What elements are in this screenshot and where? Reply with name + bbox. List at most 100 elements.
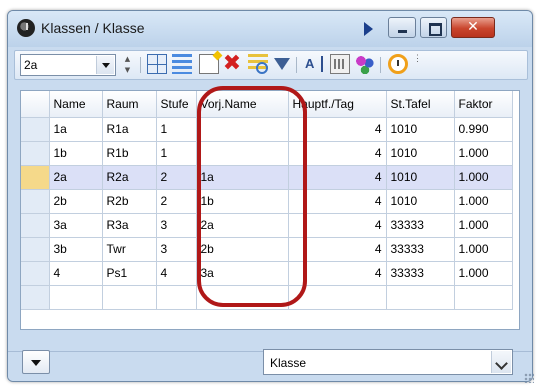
table-row[interactable]: 2b R2b 2 1b 4 1010 1.000 [21,189,513,214]
cell-name[interactable]: 1a [49,117,103,142]
grid-view-icon[interactable] [147,54,167,74]
cell-faktor[interactable]: 1.000 [454,213,513,238]
play-icon[interactable] [364,22,373,36]
cell-faktor[interactable]: 1.000 [454,189,513,214]
cell-raum[interactable]: Twr [102,237,157,262]
cell-name[interactable]: 2b [49,189,103,214]
table-row-current[interactable]: 2a R2a 2 1a 4 1010 1.000 [21,165,513,190]
column-header-vorj-name[interactable]: Vorj.Name [196,91,289,118]
cell-faktor[interactable]: 1.000 [454,165,513,190]
view-selector[interactable]: Klasse [263,349,513,375]
table-row[interactable]: 3a R3a 3 2a 4 33333 1.000 [21,213,513,238]
edit-fields-icon[interactable] [248,54,268,74]
minimize-button[interactable] [388,17,416,38]
cell-stufe[interactable]: 1 [156,141,197,166]
cell-raum[interactable]: R3a [102,213,157,238]
row-indicator[interactable] [21,141,50,166]
maximize-button[interactable] [420,17,447,38]
cell-faktor[interactable]: 1.000 [454,141,513,166]
cell-stufe[interactable]: 2 [156,165,197,190]
cell-vorj-name[interactable]: 2b [196,237,289,262]
cell-st-tafel[interactable]: 33333 [386,237,455,262]
cell-vorj-name[interactable]: 3a [196,261,289,286]
cell-raum[interactable]: R1a [102,117,157,142]
empty-cell[interactable] [288,285,387,310]
cell-raum[interactable]: R2a [102,165,157,190]
empty-cell[interactable] [454,285,513,310]
empty-cell[interactable] [156,285,197,310]
title-bar[interactable]: Klassen / Klasse ✕ [8,11,532,47]
delete-icon[interactable]: ✖ [222,53,242,75]
cell-vorj-name[interactable] [196,141,289,166]
cell-name[interactable]: 2a [49,165,103,190]
row-indicator[interactable] [21,213,50,238]
cell-st-tafel[interactable]: 1010 [386,165,455,190]
column-header-hauptf-tag[interactable]: Hauptf./Tag [288,91,387,118]
cell-stufe[interactable]: 3 [156,213,197,238]
cell-hauptf-tag[interactable]: 4 [288,237,387,262]
sort-icon[interactable]: A [305,54,325,74]
column-header-st-tafel[interactable]: St.Tafel [386,91,455,118]
cell-vorj-name[interactable]: 1a [196,165,289,190]
cell-name[interactable]: 4 [49,261,103,286]
cell-vorj-name[interactable]: 2a [196,213,289,238]
more-icon[interactable]: ⋮ [413,54,422,74]
row-indicator[interactable] [21,285,50,310]
cell-st-tafel[interactable]: 1010 [386,117,455,142]
row-indicator[interactable] [21,237,50,262]
cell-hauptf-tag[interactable]: 4 [288,117,387,142]
menu-arrow-icon[interactable] [22,350,50,374]
cell-st-tafel[interactable]: 1010 [386,141,455,166]
chevron-down-icon[interactable] [96,56,114,74]
cell-st-tafel[interactable]: 1010 [386,189,455,214]
cell-hauptf-tag[interactable]: 4 [288,141,387,166]
keys-icon[interactable] [330,54,350,74]
spin-down-icon[interactable]: ▼ [121,65,134,76]
empty-cell[interactable] [386,285,455,310]
cell-stufe[interactable]: 3 [156,237,197,262]
table-row[interactable]: 1b R1b 1 4 1010 1.000 [21,141,513,166]
cell-name[interactable]: 3a [49,213,103,238]
spin-up-icon[interactable]: ▲ [121,54,134,65]
resize-grip-icon[interactable] [524,373,534,383]
cell-faktor[interactable]: 1.000 [454,237,513,262]
cell-name[interactable]: 1b [49,141,103,166]
class-table[interactable]: Name Raum Stufe Vorj.Name Hauptf./Tag St… [20,90,520,330]
filter-icon[interactable] [274,58,290,70]
empty-cell[interactable] [49,285,103,310]
cell-st-tafel[interactable]: 33333 [386,213,455,238]
close-button[interactable]: ✕ [451,17,495,38]
cell-st-tafel[interactable]: 33333 [386,261,455,286]
cell-stufe[interactable]: 1 [156,117,197,142]
cell-hauptf-tag[interactable]: 4 [288,261,387,286]
record-spinner[interactable]: ▲ ▼ [121,54,134,76]
row-indicator[interactable] [21,117,50,142]
cell-raum[interactable]: R1b [102,141,157,166]
cell-name[interactable]: 3b [49,237,103,262]
empty-cell[interactable] [196,285,289,310]
class-selector[interactable]: 2a [20,54,116,76]
people-icon[interactable] [355,54,375,74]
cell-raum[interactable]: Ps1 [102,261,157,286]
cell-vorj-name[interactable] [196,117,289,142]
table-row[interactable]: 3b Twr 3 2b 4 33333 1.000 [21,237,513,262]
cell-stufe[interactable]: 4 [156,261,197,286]
row-indicator[interactable] [21,189,50,214]
new-row[interactable] [21,285,513,310]
cell-hauptf-tag[interactable]: 4 [288,165,387,190]
row-indicator[interactable] [21,261,50,286]
column-header-faktor[interactable]: Faktor [454,91,513,118]
chevron-down-icon[interactable] [491,351,511,373]
column-header-stufe[interactable]: Stufe [156,91,197,118]
cell-stufe[interactable]: 2 [156,189,197,214]
cell-faktor[interactable]: 0.990 [454,117,513,142]
clock-icon[interactable] [388,54,408,74]
table-row[interactable]: 1a R1a 1 4 1010 0.990 [21,117,513,142]
cell-vorj-name[interactable]: 1b [196,189,289,214]
new-record-icon[interactable] [199,54,219,74]
row-indicator[interactable] [21,165,50,190]
cell-raum[interactable]: R2b [102,189,157,214]
empty-cell[interactable] [102,285,157,310]
list-view-icon[interactable] [172,54,192,74]
cell-faktor[interactable]: 1.000 [454,261,513,286]
